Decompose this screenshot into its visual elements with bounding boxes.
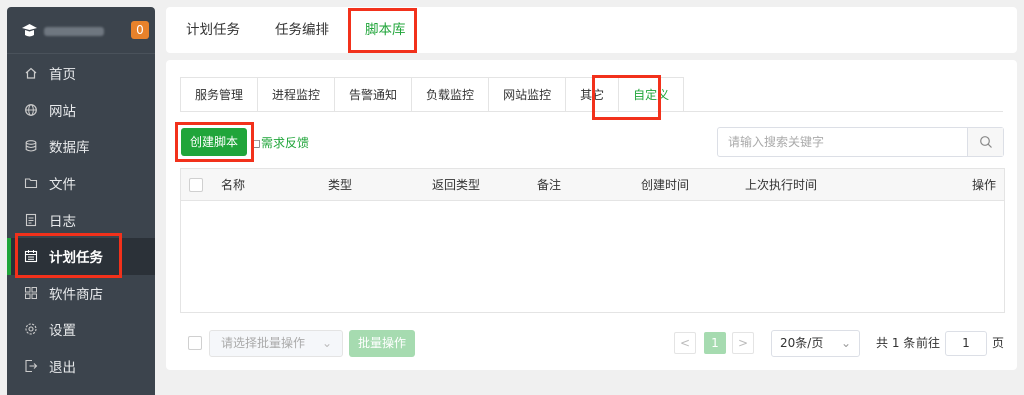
current-page[interactable]: 1 <box>704 332 726 354</box>
column-actions: 操作 <box>971 178 996 192</box>
sidebar-item-settings[interactable]: 设置 <box>7 311 155 348</box>
tab-load-monitor[interactable]: 负载监控 <box>412 78 490 112</box>
calendar-icon <box>24 249 38 263</box>
sidebar-item-label: 网站 <box>49 103 76 120</box>
home-icon <box>24 66 38 80</box>
sidebar-menu: 首页 网站 数据库 文件 日志 计划任务 软件商店 设置 退出 <box>7 55 155 384</box>
batch-action-button[interactable]: 批量操作 <box>349 330 415 357</box>
batch-select-checkbox[interactable] <box>188 336 202 350</box>
goto-label: 前往 <box>916 336 941 350</box>
tab-cron-tasks[interactable]: 计划任务 <box>186 7 240 53</box>
tab-site-monitor[interactable]: 网站监控 <box>489 78 567 112</box>
column-remark: 备注 <box>537 178 562 192</box>
search-box <box>717 127 1004 157</box>
tab-other[interactable]: 其它 <box>566 78 620 112</box>
sidebar-item-label: 日志 <box>49 213 76 230</box>
script-library-panel: 服务管理 进程监控 告警通知 负载监控 网站监控 其它 自定义 创建脚本 ◻需求… <box>166 60 1017 370</box>
user-name-blurred <box>44 27 104 36</box>
feedback-icon: ◻ <box>251 136 261 150</box>
sidebar-item-label: 退出 <box>49 360 76 377</box>
category-tabs: 服务管理 进程监控 告警通知 负载监控 网站监控 其它 自定义 <box>180 77 685 112</box>
sidebar-item-label: 首页 <box>49 67 76 84</box>
page-size-select[interactable]: 20条/页 ⌄ <box>771 330 860 357</box>
sidebar-item-label: 设置 <box>49 323 76 340</box>
sidebar-item-logout[interactable]: 退出 <box>7 348 155 385</box>
sidebar-item-home[interactable]: 首页 <box>7 55 155 92</box>
feedback-label: 需求反馈 <box>260 136 309 150</box>
sidebar-item-store[interactable]: 软件商店 <box>7 275 155 312</box>
sidebar-item-label: 文件 <box>49 177 76 194</box>
sidebar: 0 首页 网站 数据库 文件 日志 计划任务 软件商店 设置 退出 <box>7 7 155 395</box>
column-last-run-time: 上次执行时间 <box>745 178 818 192</box>
globe-icon <box>24 103 38 117</box>
total-count: 共 1 条 <box>876 336 916 350</box>
tab-custom[interactable]: 自定义 <box>619 78 684 112</box>
goto-page-input[interactable]: 1 <box>945 331 987 356</box>
page-unit-label: 页 <box>992 336 1005 350</box>
column-created-time: 创建时间 <box>641 178 690 192</box>
column-type: 类型 <box>328 178 353 192</box>
tab-process-monitor[interactable]: 进程监控 <box>258 78 336 112</box>
select-all-checkbox[interactable] <box>189 178 203 192</box>
chevron-down-icon: ⌄ <box>840 336 851 350</box>
feedback-link[interactable]: ◻需求反馈 <box>251 134 309 151</box>
column-name: 名称 <box>221 178 246 192</box>
sidebar-header: 0 <box>7 7 155 54</box>
sidebar-item-database[interactable]: 数据库 <box>7 128 155 165</box>
sidebar-item-label: 软件商店 <box>49 286 103 303</box>
gear-icon <box>24 322 38 336</box>
sidebar-item-files[interactable]: 文件 <box>7 165 155 202</box>
grid-icon <box>24 286 38 300</box>
logout-icon <box>24 359 38 373</box>
folder-icon <box>24 176 38 190</box>
sidebar-item-cron[interactable]: 计划任务 <box>7 237 155 275</box>
search-input[interactable] <box>718 128 968 156</box>
column-return-type: 返回类型 <box>432 178 481 192</box>
create-script-button[interactable]: 创建脚本 <box>181 128 247 156</box>
batch-action-select[interactable]: 请选择批量操作 ⌄ <box>209 330 343 357</box>
chevron-down-icon: ⌄ <box>321 336 332 350</box>
database-icon <box>24 139 38 153</box>
sidebar-item-website[interactable]: 网站 <box>7 92 155 129</box>
sidebar-item-label: 计划任务 <box>49 250 103 267</box>
top-tabs-card: 计划任务 任务编排 脚本库 <box>166 7 1017 53</box>
tab-task-orchestration[interactable]: 任务编排 <box>275 7 329 53</box>
logo-icon <box>22 24 37 37</box>
table-footer: 请选择批量操作 ⌄ 批量操作 < 1 > 20条/页 ⌄ 共 1 条 前往 1 … <box>180 328 1005 358</box>
log-icon <box>24 213 38 227</box>
table-header: 名称 类型 返回类型 备注 创建时间 上次执行时间 操作 <box>181 169 1004 201</box>
tab-script-library[interactable]: 脚本库 <box>365 7 406 53</box>
search-icon <box>979 136 992 148</box>
next-page-button[interactable]: > <box>732 332 754 354</box>
sidebar-item-logs[interactable]: 日志 <box>7 201 155 238</box>
page-size-value: 20条/页 <box>780 336 824 350</box>
search-button[interactable] <box>967 128 1003 156</box>
notification-badge[interactable]: 0 <box>131 21 149 39</box>
sidebar-item-label: 数据库 <box>49 140 90 157</box>
prev-page-button[interactable]: < <box>674 332 696 354</box>
tab-alert-notify[interactable]: 告警通知 <box>335 78 413 112</box>
tabs-divider <box>180 111 1003 112</box>
scripts-table: 名称 类型 返回类型 备注 创建时间 上次执行时间 操作 <box>180 168 1005 313</box>
batch-action-placeholder: 请选择批量操作 <box>221 336 306 350</box>
tab-service-management[interactable]: 服务管理 <box>181 78 259 112</box>
